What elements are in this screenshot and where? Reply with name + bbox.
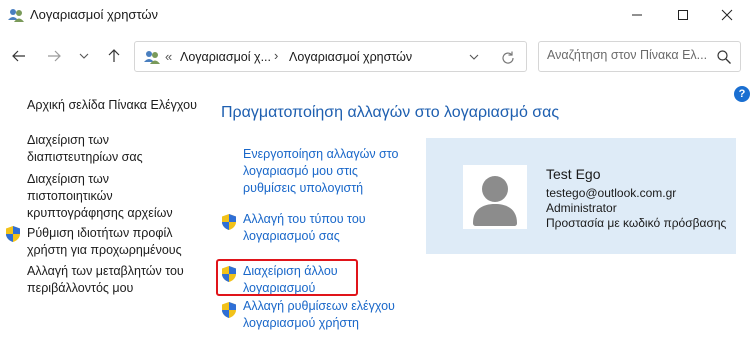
close-button[interactable] bbox=[704, 0, 750, 30]
refresh-icon[interactable] bbox=[499, 49, 517, 67]
breadcrumb-user-accounts[interactable]: Λογαριασμοί χρηστών bbox=[289, 50, 412, 64]
arrow-up-icon bbox=[108, 49, 120, 62]
forward-button[interactable] bbox=[42, 44, 66, 68]
search-box[interactable] bbox=[538, 41, 741, 72]
sidebar-item-file-encryption-certificates[interactable]: Διαχείριση των πιστοποιητικών κρυπτογράφ… bbox=[27, 171, 197, 222]
close-icon bbox=[721, 9, 733, 21]
account-email: testego@outlook.com.gr bbox=[546, 186, 677, 200]
account-card: Test Ego testego@outlook.com.gr Administ… bbox=[426, 138, 736, 254]
uac-shield-icon bbox=[222, 302, 236, 318]
sidebar-item-advanced-profile-properties[interactable]: Ρύθμιση ιδιοτήτων προφίλ χρήστη για προχ… bbox=[27, 225, 207, 259]
help-icon[interactable]: ? bbox=[734, 86, 750, 102]
up-button[interactable] bbox=[102, 44, 126, 68]
highlight-box bbox=[216, 259, 358, 296]
back-button[interactable] bbox=[7, 44, 31, 68]
title-bar: Λογαριασμοί χρηστών bbox=[0, 0, 750, 30]
window-title: Λογαριασμοί χρηστών bbox=[30, 7, 159, 22]
navigation-bar: « Λογαριασμοί χ... › Λογαριασμοί χρηστών bbox=[0, 36, 750, 76]
sidebar-item-credentials[interactable]: Διαχείριση των διαπιστευτηρίων σας bbox=[27, 132, 197, 166]
address-dropdown-button[interactable] bbox=[466, 50, 482, 64]
users-icon bbox=[8, 9, 24, 22]
arrow-left-icon bbox=[12, 50, 25, 62]
minimize-button[interactable] bbox=[614, 0, 660, 30]
task-change-account-type-link[interactable]: Αλλαγή του τύπου του λογαριασμού σας bbox=[243, 211, 403, 245]
uac-shield-icon bbox=[222, 214, 236, 230]
page-title: Πραγματοποίηση αλλαγών στο λογαριασμό σα… bbox=[221, 104, 560, 121]
user-avatar-icon bbox=[463, 165, 527, 229]
maximize-button[interactable] bbox=[660, 0, 706, 30]
breadcrumb-separator[interactable]: › bbox=[274, 48, 278, 63]
minimize-icon bbox=[632, 14, 642, 16]
task-pc-settings-link[interactable]: Ενεργοποίηση αλλαγών στο λογαριασμό μου … bbox=[243, 146, 413, 197]
sidebar-item-environment-variables[interactable]: Αλλαγή των μεταβλητών του περιβάλλοντός … bbox=[27, 263, 197, 297]
recent-locations-button[interactable] bbox=[72, 44, 96, 68]
task-uac-settings-link[interactable]: Αλλαγή ρυθμίσεων ελέγχου λογαριασμού χρή… bbox=[243, 298, 413, 332]
control-panel-home-link[interactable]: Αρχική σελίδα Πίνακα Ελέγχου bbox=[27, 97, 197, 114]
chevron-down-icon bbox=[79, 53, 89, 59]
account-protection: Προστασία με κωδικό πρόσβασης bbox=[546, 216, 727, 230]
overflow-chevron[interactable]: « bbox=[165, 49, 172, 64]
chevron-down-icon bbox=[469, 54, 479, 60]
users-icon bbox=[144, 51, 160, 64]
arrow-right-icon bbox=[48, 50, 61, 62]
maximize-icon bbox=[678, 10, 688, 20]
search-icon[interactable] bbox=[716, 49, 732, 65]
search-input[interactable] bbox=[547, 48, 707, 62]
address-bar[interactable]: « Λογαριασμοί χ... › Λογαριασμοί χρηστών bbox=[134, 41, 527, 72]
breadcrumb-user-accounts-parent[interactable]: Λογαριασμοί χ... bbox=[180, 50, 271, 64]
uac-shield-icon bbox=[6, 226, 20, 242]
account-role: Administrator bbox=[546, 201, 617, 215]
account-name: Test Ego bbox=[546, 166, 601, 182]
